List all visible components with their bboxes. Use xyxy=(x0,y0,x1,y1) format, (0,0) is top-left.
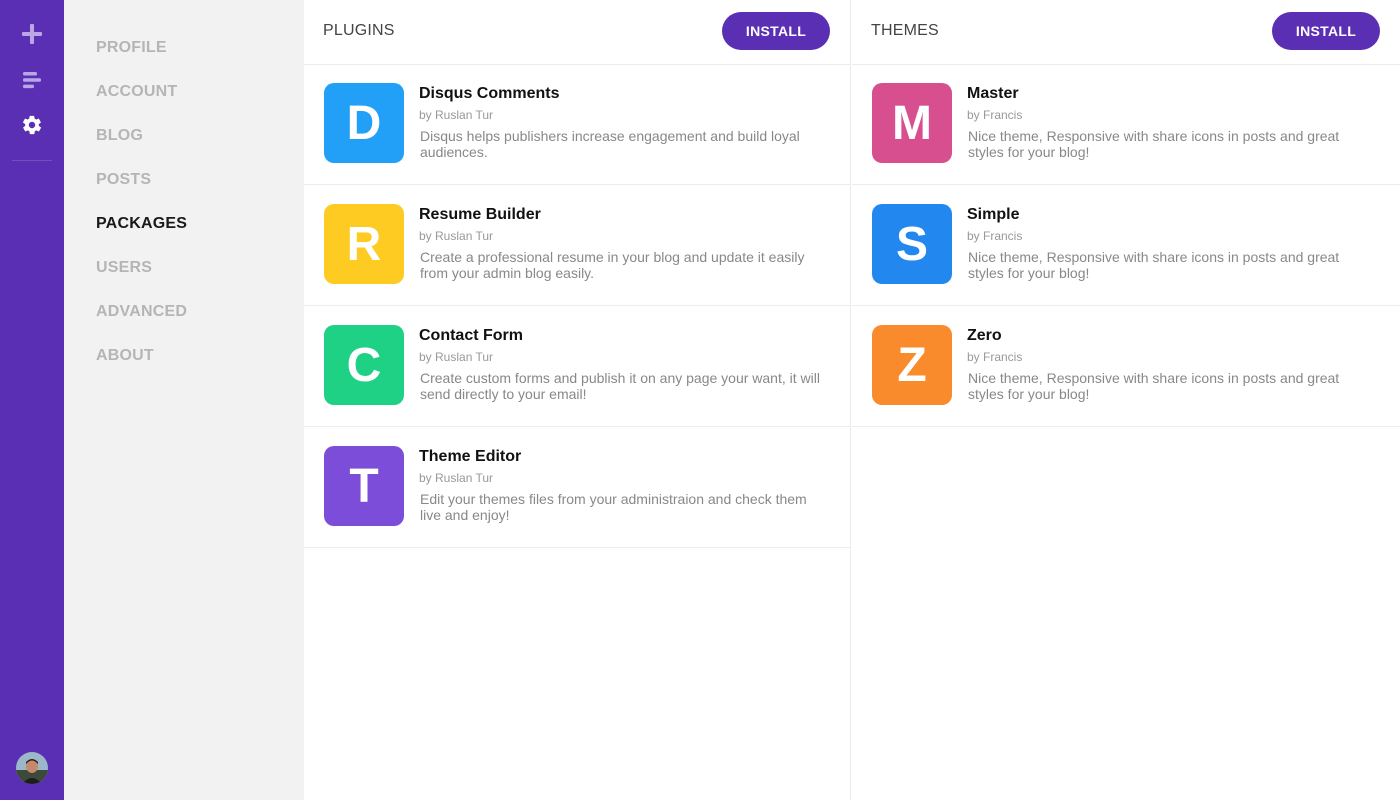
plugin-description: Edit your themes files from your adminis… xyxy=(420,491,807,523)
theme-tile: S xyxy=(872,204,952,284)
plugin-item-resume-builder[interactable]: R Resume Builder by Ruslan Tur Create a … xyxy=(304,185,850,306)
nav-item-advanced[interactable]: ADVANCED xyxy=(96,300,187,324)
plugin-name: Resume Builder xyxy=(419,206,541,223)
nav-item-about[interactable]: ABOUT xyxy=(96,344,154,368)
settings-button[interactable] xyxy=(16,111,48,143)
theme-author: by Francis xyxy=(967,108,1023,122)
theme-name: Zero xyxy=(967,327,1002,344)
plugins-header: PLUGINS INSTALL xyxy=(304,0,850,65)
nav-item-users[interactable]: USERS xyxy=(96,256,152,280)
plugin-description: Disqus helps publishers increase engagem… xyxy=(420,128,800,160)
plugin-author: by Ruslan Tur xyxy=(419,108,494,122)
theme-name: Simple xyxy=(967,206,1020,223)
theme-description: Nice theme, Responsive with share icons … xyxy=(968,249,1340,281)
install-plugin-button[interactable]: INSTALL xyxy=(722,12,830,50)
gear-icon xyxy=(21,114,43,141)
app-rail xyxy=(0,0,64,800)
theme-description: Nice theme, Responsive with share icons … xyxy=(968,370,1340,402)
posts-button[interactable] xyxy=(16,66,48,98)
plugin-author: by Ruslan Tur xyxy=(419,350,494,364)
plugin-description: Create a professional resume in your blo… xyxy=(420,249,805,281)
theme-author: by Francis xyxy=(967,229,1023,243)
plugin-author: by Ruslan Tur xyxy=(419,471,494,485)
avatar[interactable] xyxy=(16,752,48,784)
install-theme-button[interactable]: INSTALL xyxy=(1272,12,1380,50)
theme-item-zero[interactable]: Z Zero by Francis Nice theme, Responsive… xyxy=(852,306,1400,427)
themes-panel: THEMES INSTALL M Master by Francis Nice … xyxy=(852,0,1400,800)
plugin-tile: C xyxy=(324,325,404,405)
posts-list-icon xyxy=(21,69,43,96)
nav-item-account[interactable]: ACCOUNT xyxy=(96,80,177,104)
themes-title: THEMES xyxy=(871,22,939,39)
plugin-tile: D xyxy=(324,83,404,163)
plugin-tile: T xyxy=(324,446,404,526)
theme-author: by Francis xyxy=(967,350,1023,364)
nav-item-posts[interactable]: POSTS xyxy=(96,168,151,192)
nav-item-blog[interactable]: BLOG xyxy=(96,124,143,148)
nav-item-profile[interactable]: PROFILE xyxy=(96,36,167,60)
theme-name: Master xyxy=(967,85,1019,102)
plus-icon xyxy=(21,23,43,50)
plugin-item-theme-editor[interactable]: T Theme Editor by Ruslan Tur Edit your t… xyxy=(304,427,850,548)
plugin-name: Disqus Comments xyxy=(419,85,560,102)
settings-sidebar: PROFILE ACCOUNT BLOG POSTS PACKAGES USER… xyxy=(64,0,304,800)
theme-tile: Z xyxy=(872,325,952,405)
plugin-tile: R xyxy=(324,204,404,284)
new-post-button[interactable] xyxy=(16,20,48,52)
plugin-description: Create custom forms and publish it on an… xyxy=(420,370,820,402)
plugins-title: PLUGINS xyxy=(323,22,395,39)
rail-divider xyxy=(12,160,52,161)
theme-description: Nice theme, Responsive with share icons … xyxy=(968,128,1340,160)
themes-header: THEMES INSTALL xyxy=(852,0,1400,65)
theme-tile: M xyxy=(872,83,952,163)
plugin-name: Theme Editor xyxy=(419,448,522,465)
plugin-item-contact-form[interactable]: C Contact Form by Ruslan Tur Create cust… xyxy=(304,306,850,427)
plugins-panel: PLUGINS INSTALL D Disqus Comments by Rus… xyxy=(304,0,851,800)
plugin-name: Contact Form xyxy=(419,327,523,344)
plugin-item-disqus-comments[interactable]: D Disqus Comments by Ruslan Tur Disqus h… xyxy=(304,64,850,185)
theme-item-simple[interactable]: S Simple by Francis Nice theme, Responsi… xyxy=(852,185,1400,306)
theme-item-master[interactable]: M Master by Francis Nice theme, Responsi… xyxy=(852,64,1400,185)
nav-item-packages[interactable]: PACKAGES xyxy=(96,212,187,236)
plugin-author: by Ruslan Tur xyxy=(419,229,494,243)
